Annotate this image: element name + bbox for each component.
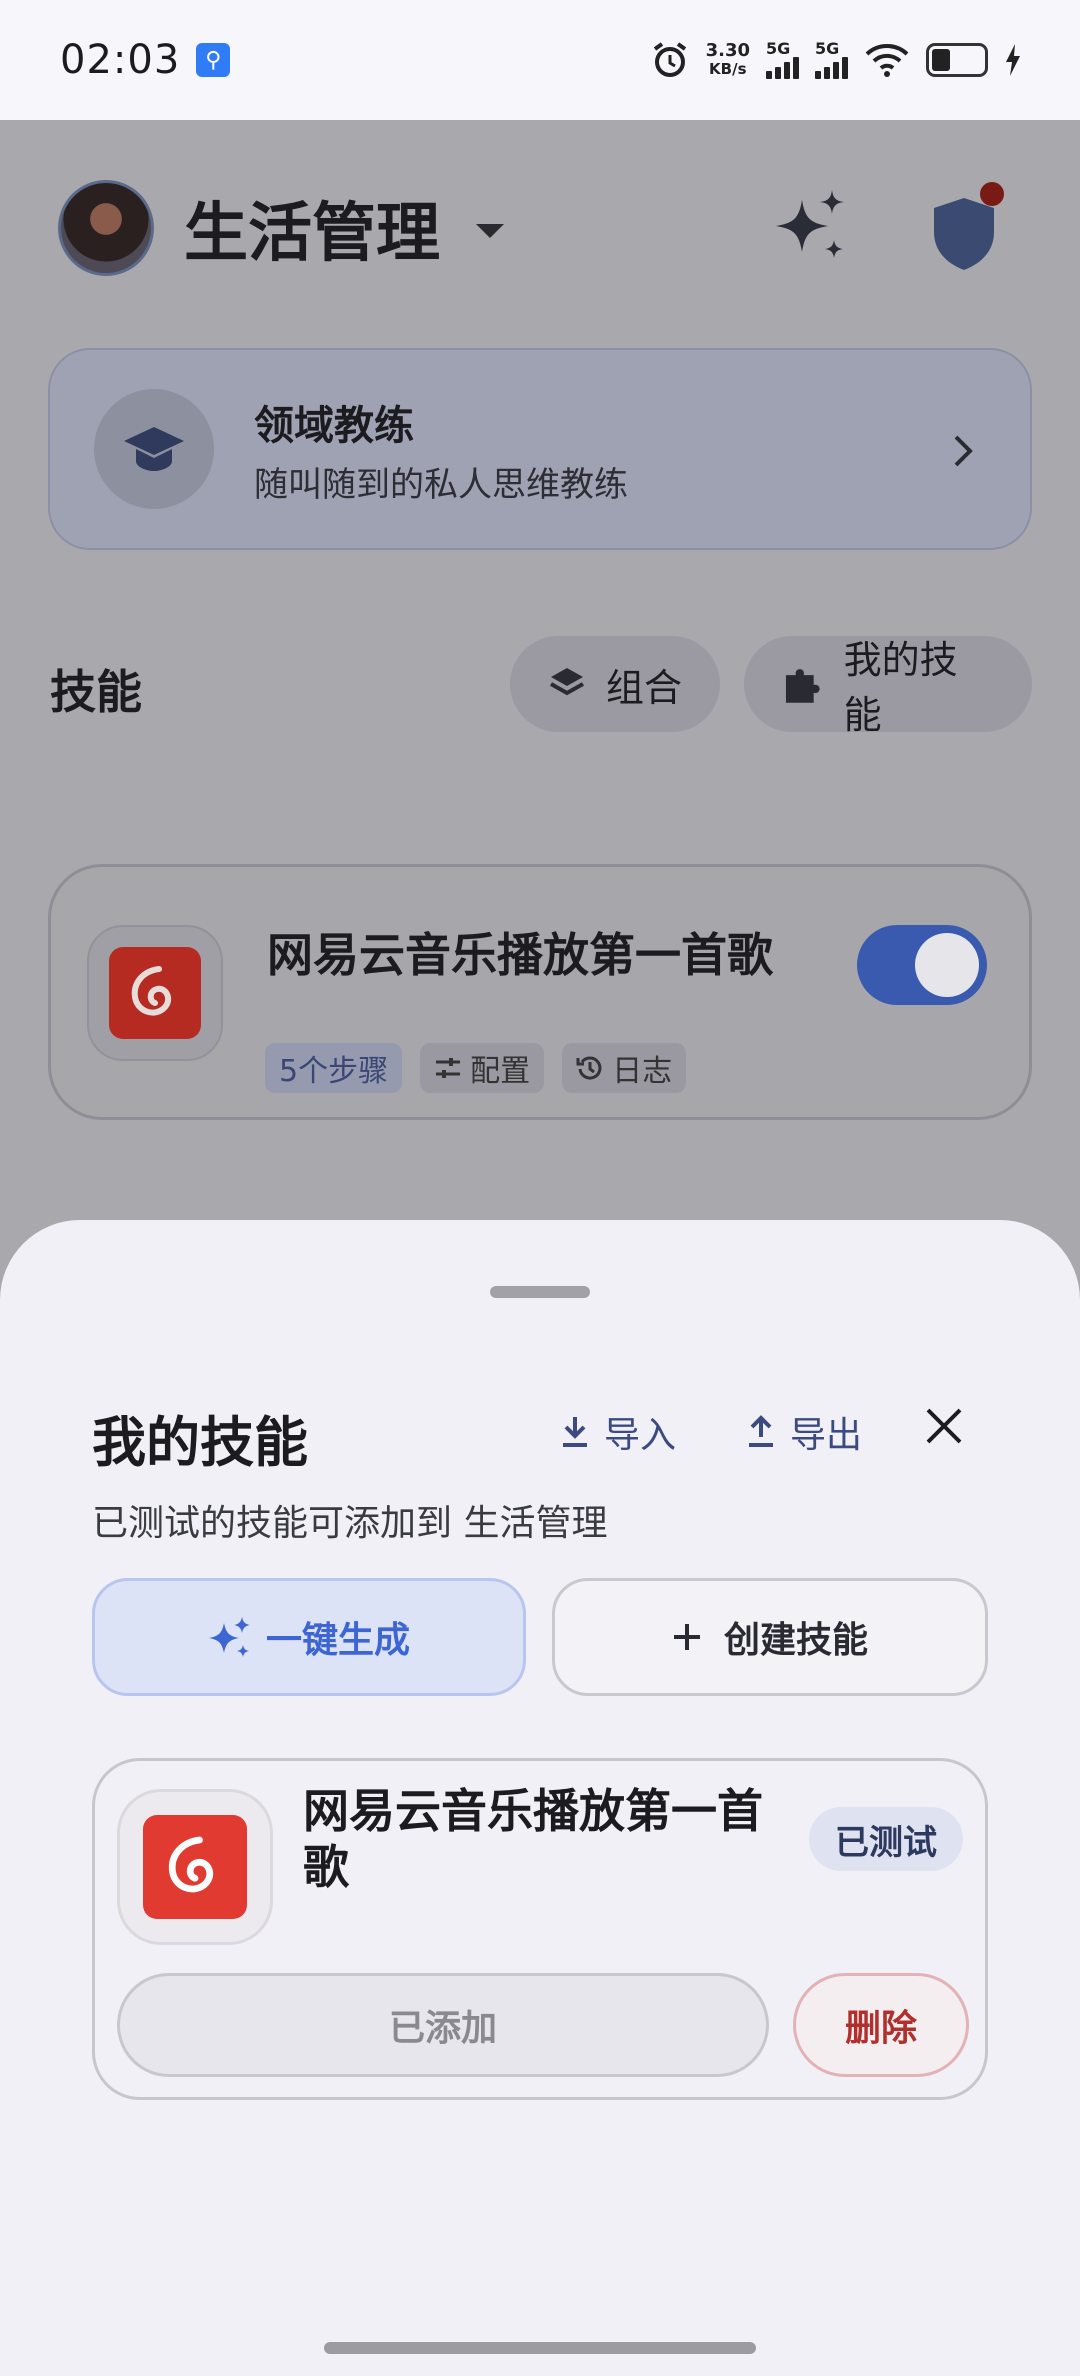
sparkle-icon[interactable] [772, 188, 852, 268]
layers-icon [550, 668, 584, 696]
battery-icon [926, 43, 988, 77]
export-button[interactable]: 导出 [746, 1406, 862, 1458]
one-click-generate-button[interactable]: 一键生成 [92, 1578, 526, 1696]
netease-music-icon [109, 947, 201, 1039]
charging-icon [1006, 44, 1020, 76]
coach-title: 领域教练 [254, 402, 414, 449]
signal-bars-icon [815, 57, 848, 79]
network-speed-unit: KB/s [709, 60, 747, 78]
skill-tags: 5个步骤 配置 日志 [265, 1043, 687, 1093]
tested-badge: 已测试 [809, 1807, 963, 1871]
domain-coach-card[interactable]: 领域教练 随叫随到的私人思维教练 [48, 348, 1032, 550]
netease-music-icon [143, 1815, 247, 1919]
chevron-down-icon[interactable] [476, 224, 504, 238]
app-icon [117, 1789, 273, 1945]
create-skill-button[interactable]: 创建技能 [552, 1578, 988, 1696]
added-button[interactable]: 已添加 [117, 1973, 769, 2077]
puzzle-icon [785, 669, 820, 703]
coach-subtitle: 随叫随到的私人思维教练 [254, 464, 628, 505]
steps-tag[interactable]: 5个步骤 [265, 1043, 403, 1093]
avatar[interactable] [58, 180, 154, 276]
shield-icon[interactable] [922, 178, 1012, 278]
close-icon[interactable] [924, 1406, 964, 1446]
signal-sim2: 5G [815, 41, 848, 79]
generate-label: 一键生成 [265, 1620, 410, 1661]
plus-icon [673, 1624, 700, 1650]
skill-toggle[interactable] [857, 925, 987, 1005]
skills-section-title: 技能 [50, 665, 142, 719]
network-speed: 3.30 KB/s [705, 40, 750, 79]
log-label: 日志 [612, 1054, 673, 1089]
drag-handle[interactable] [490, 1286, 590, 1298]
sparkle-icon [208, 1617, 250, 1657]
history-icon [576, 1056, 602, 1080]
create-label: 创建技能 [723, 1620, 868, 1661]
import-button[interactable]: 导入 [560, 1406, 676, 1458]
steps-label: 5个步骤 [279, 1054, 389, 1089]
network-type-label: 5G [815, 39, 840, 58]
home-indicator[interactable] [324, 2342, 756, 2354]
chevron-right-icon [954, 435, 973, 467]
graduation-cap-icon [94, 389, 214, 509]
network-type-label: 5G [766, 39, 791, 58]
config-tag[interactable]: 配置 [420, 1043, 545, 1093]
log-tag[interactable]: 日志 [562, 1043, 687, 1093]
skill-name: 网易云音乐播放第一首歌 [267, 928, 773, 982]
sliders-icon [436, 1058, 461, 1078]
my-skills-sheet: 我的技能 导入 导出 已测试的技能可添加到 生活管理 一键生成 创建技能 网易云… [0, 1220, 1080, 2376]
usb-icon: ⚲ [196, 43, 231, 77]
app-header: 生活管理 [58, 178, 1022, 278]
wifi-icon [865, 44, 909, 77]
app-icon [87, 925, 223, 1061]
my-skill-name: 网易云音乐播放第一首歌 [303, 1784, 763, 1894]
my-skill-item: 网易云音乐播放第一首歌 已测试 已添加 删除 [92, 1758, 988, 2100]
status-icons: 3.30 KB/s 5G 5G [650, 0, 1022, 120]
network-speed-value: 3.30 [705, 40, 750, 61]
sheet-title: 我的技能 [92, 1411, 308, 1474]
export-label: 导出 [790, 1415, 863, 1456]
delete-button[interactable]: 删除 [793, 1973, 969, 2077]
status-time: 02:03 [60, 37, 181, 83]
combo-button[interactable]: 组合 [510, 636, 720, 732]
import-label: 导入 [604, 1415, 677, 1456]
alarm-icon [653, 42, 686, 77]
upload-icon [749, 1415, 773, 1447]
status-bar: 02:03 ⚲ 3.30 KB/s 5G 5G [0, 0, 1080, 120]
signal-sim1: 5G [766, 41, 799, 79]
page-title[interactable]: 生活管理 [184, 182, 440, 274]
signal-bars-icon [766, 57, 799, 79]
combo-label: 组合 [606, 665, 683, 710]
my-skills-button[interactable]: 我的技能 [744, 636, 1032, 737]
skill-card[interactable]: 网易云音乐播放第一首歌 5个步骤 配置 日志 [48, 864, 1032, 1120]
config-label: 配置 [470, 1054, 531, 1089]
my-skills-label: 我的技能 [843, 638, 958, 737]
sheet-subtitle: 已测试的技能可添加到 生活管理 [92, 1503, 608, 1544]
download-icon [563, 1417, 587, 1447]
